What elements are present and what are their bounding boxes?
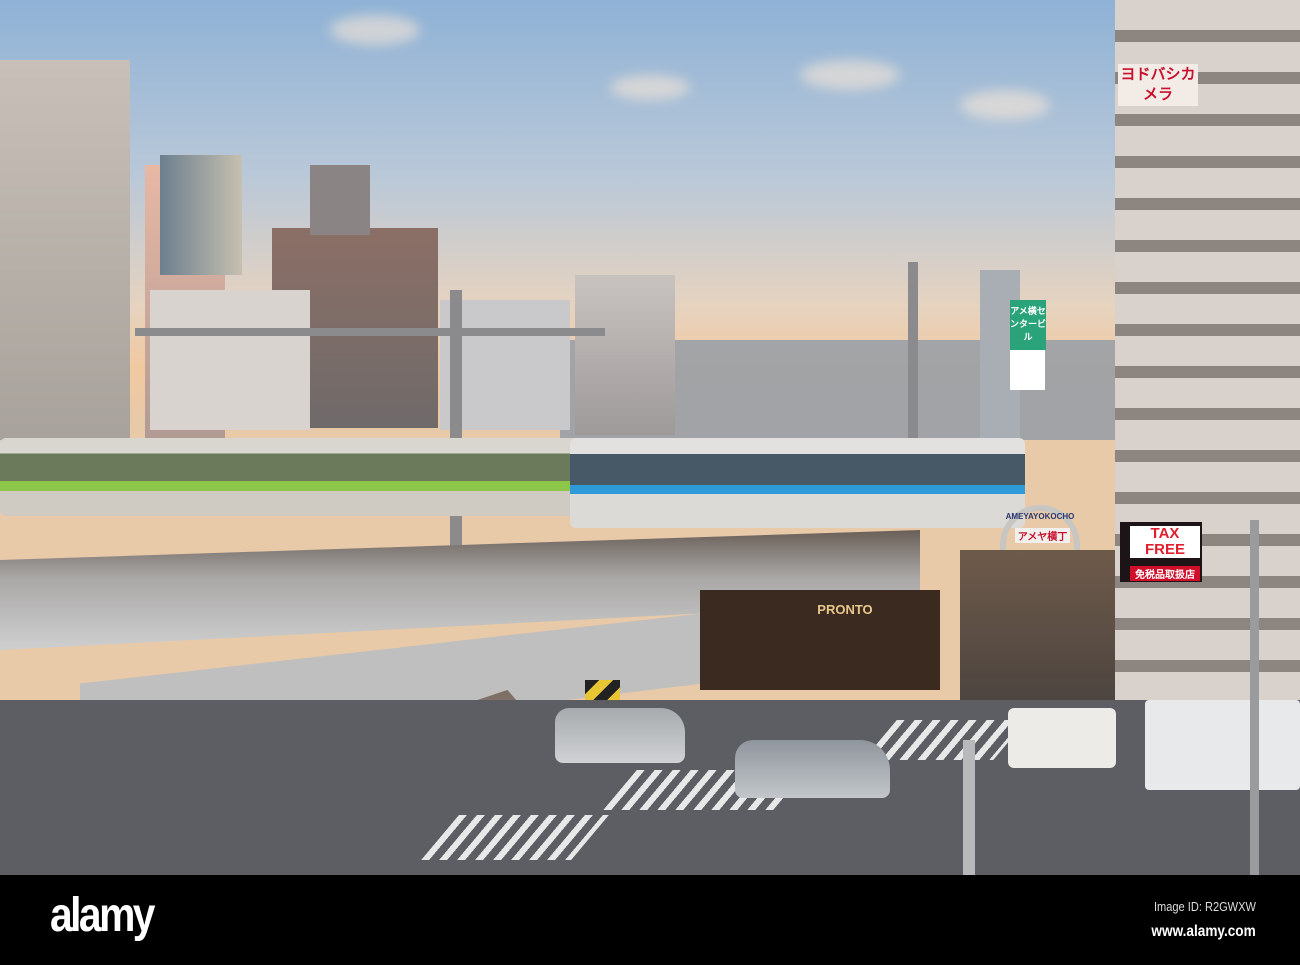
yodobashi-tower	[1115, 0, 1300, 720]
building	[575, 275, 675, 435]
yodobashi-sign: ヨドバシカメラ	[1118, 64, 1198, 106]
signal-pole	[963, 740, 975, 875]
image-id: Image ID: R2GWXW	[1154, 899, 1256, 914]
watermark-bar: alamy Image ID: R2GWXW www.alamy.com	[0, 875, 1300, 965]
van-white	[1008, 708, 1116, 768]
car-taxi	[555, 708, 685, 763]
building	[160, 155, 242, 275]
lamp-post	[1250, 520, 1259, 875]
tax-free-jp-sign: 免税品取扱店	[1130, 566, 1200, 581]
market-street	[960, 550, 1115, 700]
keihin-tohoku-train	[570, 438, 1025, 528]
alamy-logo: alamy	[50, 889, 155, 942]
ameyoko-sign: アメヤ横丁	[1015, 528, 1070, 543]
photo: アメ横センタービル ヨドバシカメラ PRONTO AMEYAYOKOCHO アメ…	[0, 0, 1300, 875]
pronto-sign: PRONTO	[817, 602, 873, 617]
building	[150, 290, 310, 430]
ameyoko-arch-text: AMEYAYOKOCHO	[1005, 512, 1075, 521]
tax-free-sign: TAX FREE	[1130, 526, 1200, 558]
building	[0, 60, 130, 440]
truck-white	[1145, 700, 1300, 790]
alamy-url: www.alamy.com	[1151, 923, 1256, 940]
yamanote-train	[0, 438, 580, 516]
car-silver	[735, 740, 890, 798]
building	[310, 165, 370, 235]
ame-center-sign: アメ横センタービル	[1010, 300, 1046, 350]
catenary-beam	[135, 328, 605, 336]
